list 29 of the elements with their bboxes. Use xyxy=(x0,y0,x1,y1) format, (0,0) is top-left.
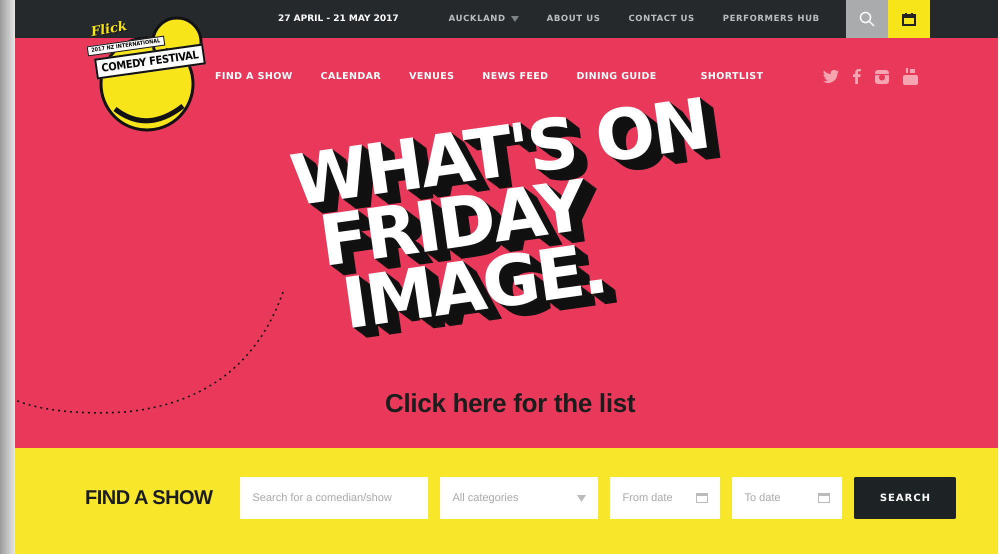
nav-link[interactable]: CALENDAR xyxy=(320,71,382,82)
nav-link[interactable]: FIND A SHOW xyxy=(215,71,293,82)
search-button[interactable]: SEARCH xyxy=(854,477,956,519)
top-link[interactable]: PERFORMERS HUB xyxy=(722,14,820,24)
caret-icon xyxy=(577,494,586,502)
festival-dates: 27 APRIL - 21 MAY 2017 xyxy=(278,14,399,24)
facebook-icon[interactable] xyxy=(853,69,862,84)
nav-link[interactable]: VENUES xyxy=(409,71,454,82)
nav-link[interactable]: NEWS FEED xyxy=(482,71,548,82)
camera-icon[interactable] xyxy=(875,70,890,84)
search-icon xyxy=(858,11,875,27)
calendar-icon xyxy=(696,492,708,503)
date-field[interactable]: To date xyxy=(732,477,842,519)
finder-title: FIND A SHOW xyxy=(85,486,212,510)
top-link[interactable]: CONTACT US xyxy=(628,14,695,24)
caret-icon xyxy=(510,16,519,22)
calendar-icon xyxy=(818,492,830,503)
date-field[interactable]: From date xyxy=(610,477,720,519)
category-select[interactable]: All categories xyxy=(440,477,598,519)
city-dropdown[interactable]: AUCKLAND xyxy=(448,14,519,24)
nav-link[interactable]: SHORTLIST xyxy=(700,71,764,82)
calendar-button[interactable] xyxy=(888,0,930,38)
top-link[interactable]: ABOUT US xyxy=(546,14,600,24)
calendar-icon xyxy=(902,12,916,26)
search-field[interactable]: Search for a comedian/show xyxy=(240,477,428,519)
list-link[interactable]: Click here for the list xyxy=(385,388,636,419)
twitter-bird-icon[interactable] xyxy=(823,70,840,83)
nav-link[interactable]: DINING GUIDE xyxy=(576,71,657,82)
hero-headline[interactable]: WHAT'S ON FRIDAY IMAGE. xyxy=(287,92,730,342)
